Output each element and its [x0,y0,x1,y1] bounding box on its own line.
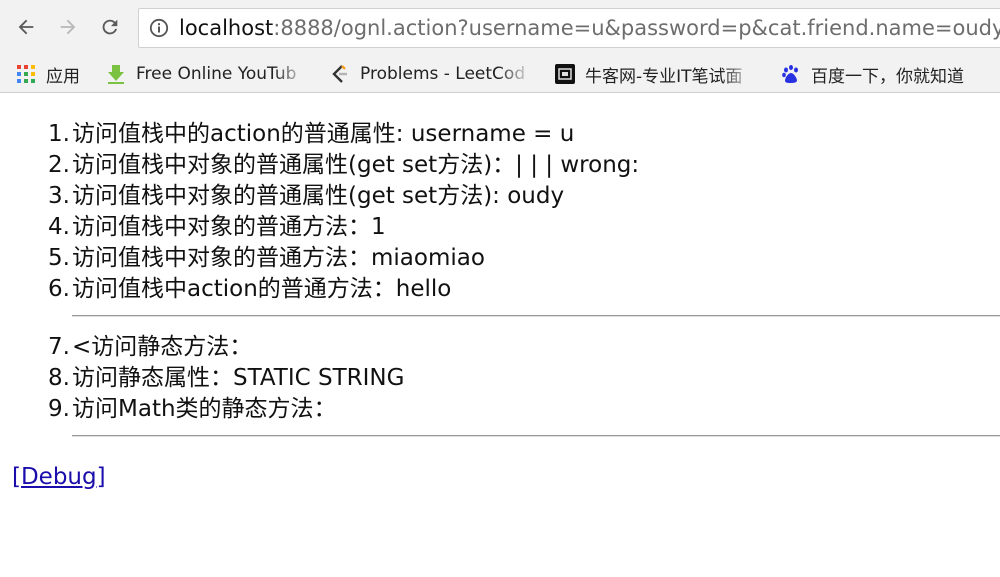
item-text: 访问值栈中对象的普通属性(get set方法): oudy [72,183,565,209]
address-bar[interactable]: localhost:8888/ognl.action?username=u&pa… [138,8,1000,48]
bookmarks-bar: 应用 Free Online YouTub Problems - LeetCod… [0,56,1000,93]
item-text: 访问值栈中对象的普通方法：1 [72,214,386,240]
baidu-paw-icon [782,65,798,83]
item-number: 2. [48,152,70,178]
reload-button[interactable] [94,11,126,43]
horizontal-divider [72,435,1000,437]
item-text: 访问值栈中对象的普通方法：miaomiao [72,245,485,271]
item-number: 7. [48,334,70,360]
forward-button[interactable] [52,11,84,43]
bookmark-nowcoder[interactable]: 牛客网-专业IT笔试面 [555,60,755,88]
list-item: 1.访问值栈中的action的普通属性: username = u [0,119,574,150]
item-number: 5. [48,245,70,271]
list-item: 6.访问值栈中action的普通方法：hello [0,274,451,305]
url-path: :8888/ognl.action?username=u&password=p&… [273,16,1000,40]
back-button[interactable] [10,11,42,43]
item-text: 访问值栈中对象的普通属性(get set方法)：| | | wrong: [72,152,640,178]
list-item: 4.访问值栈中对象的普通方法：1 [0,212,386,243]
item-number: 4. [48,214,70,240]
item-text: 访问值栈中action的普通方法：hello [72,276,452,302]
bookmark-label: 百度一下，你就知道 [811,66,964,87]
item-text: <访问静态方法： [72,334,253,360]
back-arrow-icon [18,19,34,35]
item-number: 3. [48,183,70,209]
list-item: 8.访问静态属性：STATIC STRING [0,363,404,394]
page-content: 1.访问值栈中的action的普通属性: username = u 2.访问值栈… [0,93,1000,577]
debug-link[interactable]: [Debug] [12,462,106,493]
bookmark-label: Free Online YouTub [136,64,297,84]
item-text: 访问静态属性：STATIC STRING [72,365,405,391]
item-number: 1. [48,121,70,147]
bookmark-label: 应用 [46,66,80,87]
url-text: localhost:8888/ognl.action?username=u&pa… [179,15,1000,41]
item-text: 访问值栈中的action的普通属性: username = u [72,121,575,147]
download-arrow-icon [108,65,124,84]
item-number: 6. [48,276,70,302]
horizontal-divider [72,315,1000,317]
browser-toolbar: localhost:8888/ognl.action?username=u&pa… [0,0,1000,56]
list-item: 5.访问值栈中对象的普通方法：miaomiao [0,243,485,274]
forward-arrow-icon [60,19,76,35]
url-host: localhost [179,16,274,40]
list-item: 3.访问值栈中对象的普通属性(get set方法): oudy [0,181,564,212]
nowcoder-icon [555,64,575,84]
bookmark-baidu[interactable]: 百度一下，你就知道 [781,60,964,88]
list-item: 7.<访问静态方法： [0,332,252,363]
bookmark-leetcode[interactable]: Problems - LeetCod [330,60,532,88]
list-item: 2.访问值栈中对象的普通属性(get set方法)：| | | wrong: [0,150,639,181]
leetcode-icon [332,65,347,83]
bookmark-free-online-youtube[interactable]: Free Online YouTub [106,60,308,88]
info-icon[interactable] [149,18,169,38]
reload-icon [102,19,118,35]
item-text: 访问Math类的静态方法： [72,396,337,422]
bookmark-label: 牛客网-专业IT笔试面 [585,66,743,87]
item-number: 9. [48,396,70,422]
bookmark-label: Problems - LeetCod [360,64,526,84]
list-item: 9.访问Math类的静态方法： [0,394,337,425]
apps-grid-icon [17,65,35,83]
item-number: 8. [48,365,70,391]
bookmark-apps[interactable]: 应用 [16,60,80,88]
